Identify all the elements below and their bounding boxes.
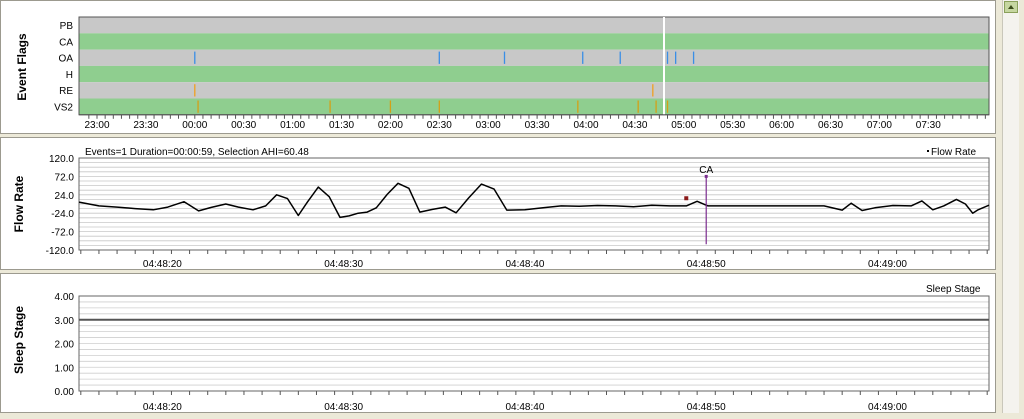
event-x-tick-label: 23:00 [84,120,109,131]
event-row-label: RE [59,86,73,97]
sleep-y-tick-label: 1.00 [55,363,75,374]
event-flags-axis-title: Event Flags [15,33,29,101]
flow-x-tick-label: 04:48:30 [324,259,363,270]
event-x-tick-label: 02:30 [427,120,452,131]
event-row-h [79,65,989,83]
event-x-tick-label: 00:00 [182,120,207,131]
event-x-tick-label: 00:30 [231,120,256,131]
event-row-ca [79,33,989,50]
sleep-x-tick-label: 04:48:40 [505,402,544,413]
event-x-tick-label: 06:30 [818,120,843,131]
event-x-tick-label: 05:00 [671,120,696,131]
scroll-up-icon[interactable] [1004,1,1018,13]
event-flags-chart[interactable]: Event Flags PB CA OA H RE VS2 23:00 23:30 00:00… [1,1,997,135]
event-x-tick-label: 07:00 [867,120,892,131]
sleep-y-tick-label: 3.00 [55,316,75,327]
vertical-scrollbar[interactable] [1002,0,1019,413]
event-x-tick-label: 03:00 [476,120,501,131]
flow-x-tick-label: 04:48:50 [687,259,726,270]
event-row-label: VS2 [54,103,73,114]
flow-event-marker [684,196,689,201]
sleep-stage-panel[interactable]: Sleep Stage Sleep Stage 4.00 3.00 2.00 1.00… [0,273,996,413]
event-x-tick-label: 04:00 [573,120,598,131]
event-x-tick-label: 03:30 [525,120,550,131]
sleep-x-tick-label: 04:48:20 [143,402,182,413]
sleep-x-tick-label: 04:48:30 [324,402,363,413]
event-row-vs2 [79,98,989,115]
flow-x-tick-label: 04:48:40 [505,259,544,270]
event-x-tick-label: 04:30 [622,120,647,131]
flow-rate-axis-title: Flow Rate [12,175,26,232]
flow-y-tick-label: 24.0 [55,191,75,202]
flow-x-tick-label: 04:49:00 [868,259,907,270]
sleep-stage-axis-title: Sleep Stage [12,306,26,374]
event-row-oa [79,49,989,66]
event-row-label: PB [60,21,74,32]
event-x-tick-label: 07:30 [916,120,941,131]
sleep-y-tick-label: 0.00 [55,387,75,398]
flow-y-tick-label: -72.0 [51,228,74,239]
event-x-tick-label: 01:30 [329,120,354,131]
flow-legend-text: Flow Rate [931,147,976,158]
event-x-tick-label: 02:00 [378,120,403,131]
flow-legend-marker [927,150,929,152]
sleep-legend-text: Sleep Stage [926,284,981,295]
ca-annotation-label: CA [699,165,713,176]
sleep-stage-chart[interactable]: Sleep Stage Sleep Stage 4.00 3.00 2.00 1.00… [1,274,997,414]
sleep-y-tick-label: 4.00 [55,292,75,303]
event-flags-panel[interactable]: Event Flags PB CA OA H RE VS2 23:00 23:30 00:00… [0,0,996,134]
flow-rate-chart[interactable]: Flow Rate Events=1 Duration=00:00:59, Se… [1,138,997,271]
flow-rate-panel[interactable]: Flow Rate Events=1 Duration=00:00:59, Se… [0,137,996,270]
event-row-pb [79,17,989,34]
event-row-label: CA [59,37,73,48]
event-x-tick-label: 06:00 [769,120,794,131]
event-row-label: H [66,70,73,81]
flow-y-tick-label: -120.0 [46,246,75,257]
flow-info-text: Events=1 Duration=00:00:59, Selection AH… [85,147,309,158]
flow-y-tick-label: 72.0 [55,172,75,183]
sleep-x-tick-label: 04:49:00 [868,402,907,413]
event-row-label: OA [59,54,74,65]
flow-rate-series-line [78,182,990,219]
flow-y-tick-label: 120.0 [49,154,74,165]
flow-x-tick-label: 04:48:20 [143,259,182,270]
sleep-y-tick-label: 2.00 [55,340,75,351]
sleep-x-tick-label: 04:48:50 [687,402,726,413]
flow-y-tick-label: -24.0 [51,209,74,220]
event-row-re [79,82,989,99]
event-x-tick-label: 01:00 [280,120,305,131]
event-x-tick-label: 05:30 [720,120,745,131]
event-x-tick-label: 23:30 [133,120,158,131]
